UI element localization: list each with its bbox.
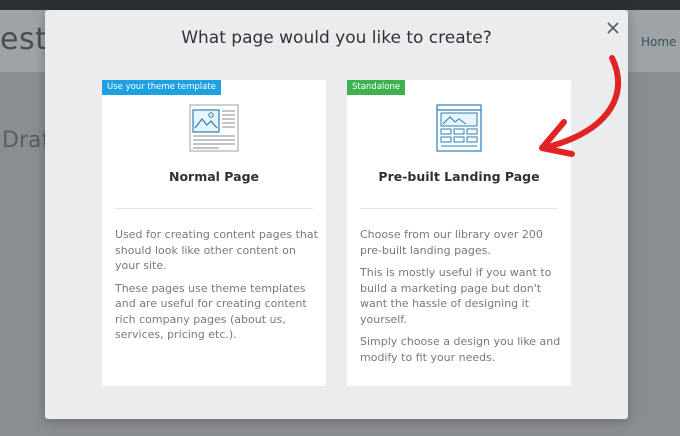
normal-page-card[interactable]: Use your theme template Normal Page Used… xyxy=(102,80,326,386)
description-paragraph: These pages use theme templates and are … xyxy=(115,281,307,342)
card-divider xyxy=(115,208,313,209)
standalone-badge: Standalone xyxy=(347,80,406,95)
modal-title: What page would you like to create? xyxy=(181,28,492,48)
close-icon xyxy=(607,22,619,34)
landing-page-icon xyxy=(436,104,482,152)
description-paragraph: Used for creating content pages that sho… xyxy=(115,228,318,272)
page-template-icon xyxy=(189,104,239,152)
admin-top-bar xyxy=(0,0,680,10)
landing-page-title: Pre-built Landing Page xyxy=(378,169,540,184)
description-paragraph: Choose from our library over 200 pre-bui… xyxy=(360,228,543,257)
description-paragraph: This is mostly useful if you want to bui… xyxy=(360,266,552,326)
card-divider xyxy=(360,208,558,209)
nav-link-home[interactable]: Home xyxy=(641,35,676,49)
close-button[interactable] xyxy=(604,19,622,37)
theme-template-badge: Use your theme template xyxy=(102,80,221,95)
normal-page-description: Used for creating content pages that sho… xyxy=(115,227,319,350)
draft-label: Draf xyxy=(2,128,50,153)
description-paragraph: Simply choose a design you like and modi… xyxy=(360,335,561,364)
red-arrow-annotation xyxy=(539,55,622,157)
normal-page-title: Normal Page xyxy=(169,169,259,184)
landing-page-description: Choose from our library over 200 pre-bui… xyxy=(360,227,564,372)
